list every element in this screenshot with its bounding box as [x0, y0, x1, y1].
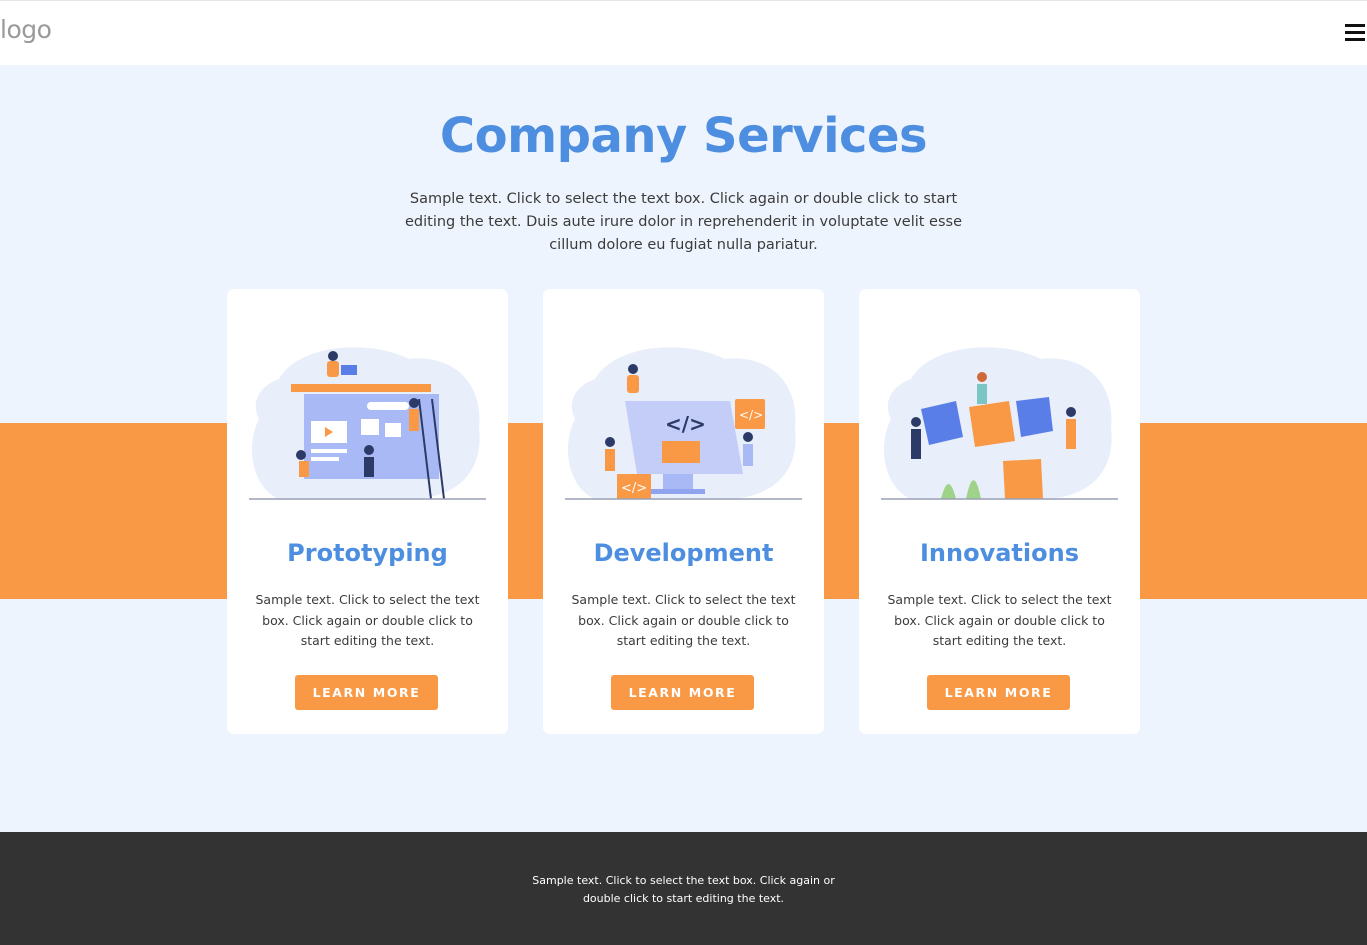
section-title: Company Services [439, 108, 928, 164]
service-card-innovations: Innovations Sample text. Click to select… [859, 289, 1140, 734]
card-title: Innovations [920, 539, 1079, 567]
card-title: Prototyping [287, 539, 448, 567]
prototyping-illustration [249, 347, 486, 500]
card-text: Sample text. Click to select the text bo… [887, 592, 1112, 648]
card-text: Sample text. Click to select the text bo… [255, 592, 480, 648]
hamburger-menu-icon[interactable] [1345, 24, 1367, 44]
svg-text:</>: </> [665, 412, 706, 436]
section-lead-text: Sample text. Click to select the text bo… [404, 191, 962, 253]
development-illustration: </> </> </> [565, 347, 802, 500]
svg-text:</>: </> [621, 481, 647, 496]
site-header: logo [0, 0, 1367, 65]
innovations-illustration [881, 347, 1118, 500]
site-footer: Sample text. Click to select the text bo… [0, 832, 1367, 945]
learn-more-button[interactable]: LEARN MORE [295, 675, 438, 710]
card-text: Sample text. Click to select the text bo… [571, 592, 796, 648]
logo[interactable]: logo [0, 15, 52, 44]
learn-more-button[interactable]: LEARN MORE [927, 675, 1070, 710]
card-title: Development [593, 539, 774, 567]
service-card-prototyping: Prototyping Sample text. Click to select… [227, 289, 508, 734]
learn-more-button[interactable]: LEARN MORE [611, 675, 754, 710]
service-card-development: </> </> </> Development Sample text. Cli… [543, 289, 824, 734]
svg-text:</>: </> [739, 408, 763, 422]
footer-text: Sample text. Click to select the text bo… [532, 874, 835, 905]
